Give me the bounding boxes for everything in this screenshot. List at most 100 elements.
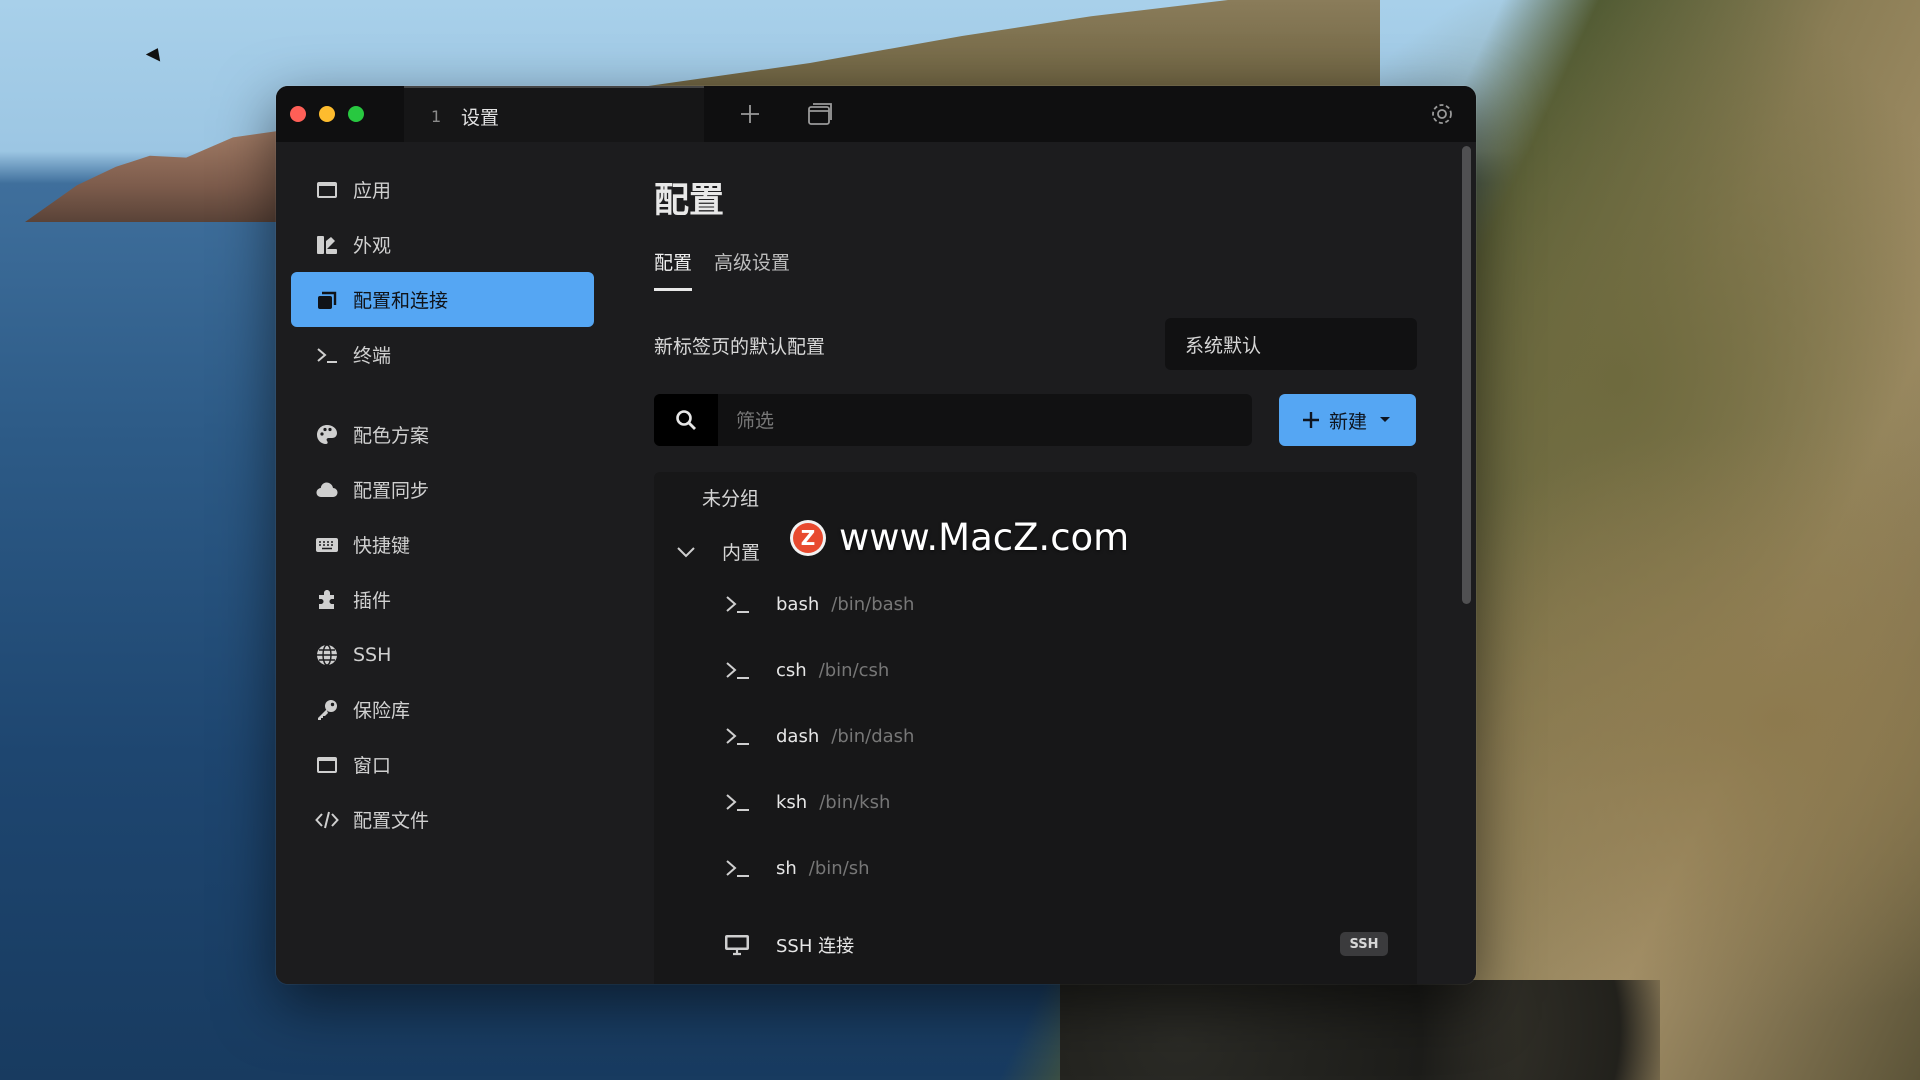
sidebar-item-label: 快捷键 (353, 535, 411, 557)
keyboard-icon (316, 537, 338, 552)
default-profile-value: 系统默认 (1185, 334, 1262, 357)
tab-settings[interactable]: 1 设置 (404, 86, 704, 144)
caret-down-icon (1380, 417, 1391, 422)
sidebar-item-label: 窗口 (353, 755, 392, 777)
sidebar-item-label: 配色方案 (353, 425, 430, 447)
terminal-icon (317, 347, 337, 363)
sidebar-item-config-sync[interactable]: 配置同步 (291, 462, 594, 517)
close-window-button[interactable] (290, 106, 306, 122)
windows-stack-icon (808, 103, 832, 125)
globe-icon (317, 643, 337, 666)
plus-icon (741, 105, 759, 123)
profile-name: sh (776, 857, 797, 879)
profiles-icon (318, 291, 337, 309)
new-profile-button[interactable]: 新建 (1279, 394, 1416, 446)
profile-path: /bin/ksh (819, 791, 891, 813)
sidebar-item-appearance[interactable]: 外观 (291, 217, 594, 272)
gear-icon (1432, 104, 1452, 124)
terminal-icon (726, 596, 749, 613)
filter-input[interactable] (718, 394, 1252, 446)
profile-name: SSH 连接 (776, 936, 855, 957)
default-profile-select[interactable]: 系统默认 (1165, 318, 1417, 370)
profile-name: csh (776, 659, 807, 681)
sidebar: 应用 外观 配置和连接 终端 配色方案 配置同步 快捷键 插件 SSH 保险库 … (276, 142, 596, 984)
sidebar-item-ssh[interactable]: SSH (291, 627, 594, 682)
zoom-window-button[interactable] (348, 106, 364, 122)
terminal-icon (726, 662, 749, 679)
terminal-icon (726, 728, 749, 745)
page-title: 配置 (654, 181, 725, 221)
settings-scrollbar[interactable] (1462, 146, 1471, 604)
sidebar-item-application[interactable]: 应用 (291, 162, 594, 217)
watermark-text: www.MacZ.com (839, 516, 1130, 559)
profile-name: dash (776, 725, 820, 747)
sidebar-item-label: 终端 (353, 345, 392, 367)
group-builtin[interactable]: 内置 (676, 538, 760, 565)
profile-item-ssh-connection[interactable]: SSH 连接 (724, 930, 866, 960)
profile-item-dash[interactable]: dash /bin/dash (724, 721, 914, 751)
watermark: Z www.MacZ.com (790, 516, 1129, 559)
window-icon (317, 181, 337, 198)
profile-path: /bin/sh (808, 857, 870, 879)
minimize-window-button[interactable] (319, 106, 335, 122)
mouse-cursor-icon (145, 44, 166, 62)
profile-path: /bin/csh (818, 659, 890, 681)
titlebar: 1 设置 (276, 86, 1476, 144)
profile-item-csh[interactable]: csh /bin/csh (724, 655, 889, 685)
terminal-icon (726, 860, 749, 877)
profile-item-bash[interactable]: bash /bin/bash (724, 589, 914, 619)
new-tab-button[interactable] (736, 100, 764, 128)
z-logo-icon: Z (793, 522, 823, 553)
sidebar-item-color-scheme[interactable]: 配色方案 (291, 407, 594, 462)
filter-field (654, 394, 1252, 446)
group-builtin-label: 内置 (722, 542, 761, 564)
plus-icon (1303, 412, 1319, 428)
sidebar-item-config-file[interactable]: 配置文件 (291, 792, 594, 847)
watermark-logo-letter: Z (801, 526, 816, 550)
tab-title: 设置 (461, 106, 500, 129)
cloud-icon (316, 482, 338, 497)
sidebar-item-label: 配置同步 (353, 480, 430, 502)
puzzle-icon (319, 589, 334, 609)
search-button[interactable] (654, 394, 718, 446)
group-ungrouped[interactable]: 未分组 (702, 484, 759, 511)
sidebar-item-label: 配置文件 (353, 810, 430, 832)
sidebar-item-profiles[interactable]: 配置和连接 (291, 272, 594, 327)
settings-button[interactable] (1428, 100, 1456, 128)
window-icon (317, 756, 337, 773)
sidebar-item-window[interactable]: 窗口 (291, 737, 594, 792)
sidebar-item-label: 应用 (353, 180, 392, 202)
background-rocks (1060, 980, 1660, 1080)
sidebar-item-label: 插件 (353, 590, 392, 612)
profile-item-sh[interactable]: sh /bin/sh (724, 853, 870, 883)
tab-profiles[interactable]: 配置 (654, 248, 693, 291)
sidebar-item-vault[interactable]: 保险库 (291, 682, 594, 737)
terminal-icon (726, 794, 749, 811)
sidebar-item-label: SSH (353, 643, 392, 666)
ssh-badge: SSH (1340, 932, 1388, 956)
profiles-menu-button[interactable] (806, 100, 834, 128)
chevron-down-icon (677, 546, 695, 557)
search-icon (676, 410, 696, 430)
background-island (25, 130, 285, 222)
profile-name: ksh (776, 791, 808, 813)
profile-item-ksh[interactable]: ksh /bin/ksh (724, 787, 890, 817)
default-profile-label: 新标签页的默认配置 (654, 336, 826, 358)
tab-advanced-settings[interactable]: 高级设置 (714, 248, 790, 288)
main-panel: 配置 配置 高级设置 新标签页的默认配置 系统默认 新建 未分组 内置 (596, 142, 1476, 984)
watermark-logo-icon: Z (790, 519, 826, 556)
profile-name: bash (776, 593, 820, 615)
sidebar-item-terminal[interactable]: 终端 (291, 327, 594, 382)
tab-number: 1 (431, 106, 442, 126)
sidebar-item-plugins[interactable]: 插件 (291, 572, 594, 627)
paint-icon (317, 235, 337, 254)
palette-icon (317, 424, 337, 444)
key-icon (318, 699, 337, 720)
sidebar-item-label: 外观 (353, 235, 392, 257)
monitor-icon (725, 935, 749, 956)
new-profile-label: 新建 (1329, 410, 1368, 433)
background-ridge (620, 0, 1380, 90)
sidebar-item-hotkeys[interactable]: 快捷键 (291, 517, 594, 572)
sidebar-item-label: 配置和连接 (353, 290, 449, 312)
sidebar-item-label: 保险库 (353, 700, 411, 722)
